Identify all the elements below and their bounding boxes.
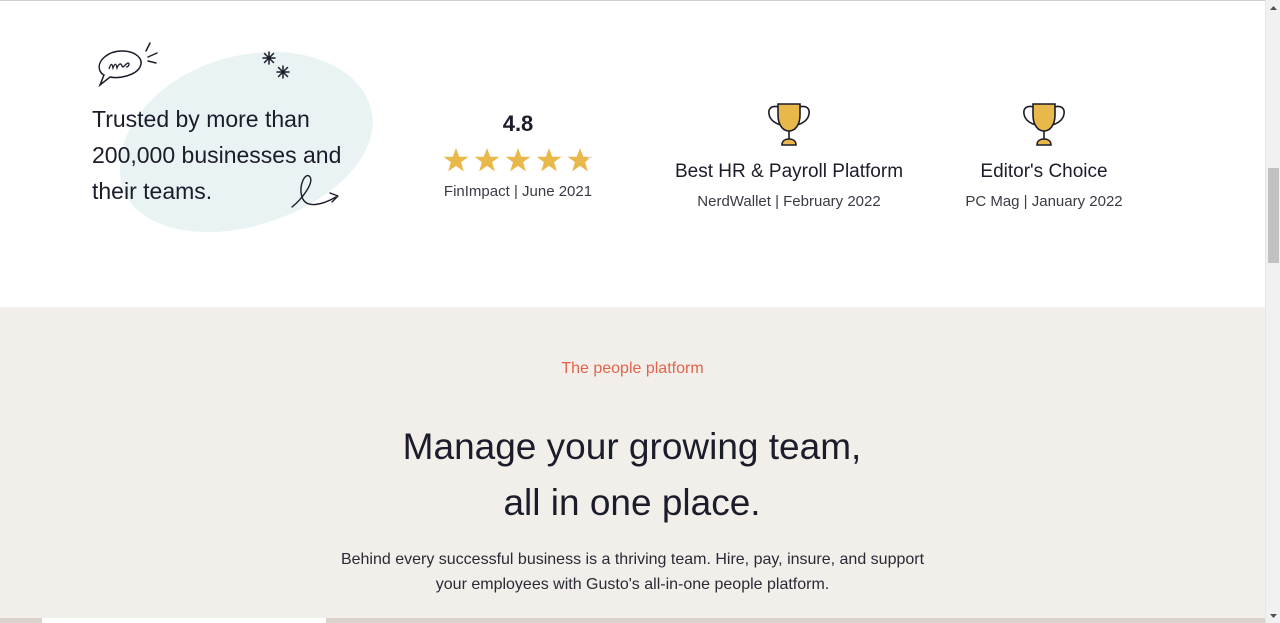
award-best-hr-payroll: Best HR & Payroll Platform NerdWallet | … <box>662 101 916 210</box>
trophy-icon <box>662 101 916 149</box>
star-rating <box>430 147 606 173</box>
sparkle-doodle-icon <box>260 51 294 81</box>
star-icon <box>566 147 594 173</box>
rating-block: 4.8 FinImpact | June 2021 <box>430 109 606 200</box>
next-section-card-edge <box>42 618 326 623</box>
page-viewport: Trusted by more than 200,000 businesses … <box>0 0 1265 623</box>
section-eyebrow: The people platform <box>561 360 704 377</box>
award-title: Best HR & Payroll Platform <box>674 161 904 182</box>
award-editors-choice: Editor's Choice PC Mag | January 2022 <box>944 101 1144 210</box>
award-source: PC Mag | January 2022 <box>965 193 1123 210</box>
scrollbar-thumb[interactable] <box>1268 168 1279 263</box>
star-icon <box>535 147 563 173</box>
star-icon <box>473 147 501 173</box>
scroll-down-arrow-icon[interactable] <box>1266 608 1280 623</box>
people-platform-section: The people platform Manage your growing … <box>0 307 1265 623</box>
star-icon <box>504 147 532 173</box>
trust-band: Trusted by more than 200,000 businesses … <box>0 1 1265 307</box>
star-icon <box>442 147 470 173</box>
vertical-scrollbar[interactable] <box>1265 0 1280 623</box>
rating-source: FinImpact | June 2021 <box>443 183 593 200</box>
next-section-edge <box>0 618 1265 623</box>
scroll-up-arrow-icon[interactable] <box>1266 0 1280 15</box>
trophy-icon <box>944 101 1144 149</box>
award-source: NerdWallet | February 2022 <box>697 193 881 210</box>
rating-value: 4.8 <box>502 111 534 136</box>
trust-tagline: Trusted by more than 200,000 businesses … <box>92 106 342 204</box>
award-title: Editor's Choice <box>980 161 1108 182</box>
section-body: Behind every successful business is a th… <box>340 551 925 593</box>
section-headline: Manage your growing team, all in one pla… <box>402 426 862 523</box>
speech-bubble-doodle-icon <box>94 41 162 87</box>
